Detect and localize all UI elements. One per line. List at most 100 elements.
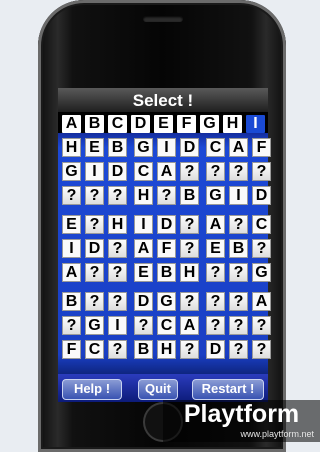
letter-option-b[interactable]: B	[85, 115, 104, 133]
grid-cell[interactable]: ?	[229, 340, 248, 359]
grid-cell[interactable]: H	[134, 186, 153, 205]
grid-cell[interactable]: D	[206, 340, 225, 359]
grid-cell[interactable]: H	[108, 215, 127, 234]
grid-cell[interactable]: ?	[229, 162, 248, 181]
grid-cell[interactable]: ?	[180, 239, 199, 258]
grid-cell[interactable]: ?	[252, 340, 271, 359]
grid-cell[interactable]: B	[62, 292, 81, 311]
grid-cell[interactable]: B	[229, 239, 248, 258]
screen-title: Select !	[132, 91, 194, 110]
grid-cell[interactable]: ?	[108, 340, 127, 359]
grid-cell[interactable]: D	[134, 292, 153, 311]
grid-cell[interactable]: F	[62, 340, 81, 359]
grid-cell[interactable]: C	[85, 340, 104, 359]
grid-cell[interactable]: ?	[108, 239, 127, 258]
grid-cell[interactable]: H	[62, 138, 81, 157]
grid-cell[interactable]: I	[157, 138, 176, 157]
grid-cell[interactable]: ?	[180, 215, 199, 234]
grid-cell[interactable]: ?	[180, 162, 199, 181]
quit-button[interactable]: Quit	[138, 379, 178, 400]
grid-cell[interactable]: D	[252, 186, 271, 205]
grid-cell[interactable]: ?	[252, 162, 271, 181]
grid-cell[interactable]: ?	[206, 162, 225, 181]
help-button[interactable]: Help !	[62, 379, 122, 400]
grid-cell[interactable]: ?	[229, 316, 248, 335]
grid-cell[interactable]: E	[206, 239, 225, 258]
grid-cell[interactable]: E	[85, 138, 104, 157]
grid-cell[interactable]: ?	[85, 215, 104, 234]
grid-cell[interactable]: A	[180, 316, 199, 335]
grid-cell[interactable]: H	[180, 263, 199, 282]
grid-cell[interactable]: C	[252, 215, 271, 234]
grid-cell[interactable]: ?	[85, 292, 104, 311]
grid-cell[interactable]: D	[157, 215, 176, 234]
grid-cell[interactable]: ?	[252, 316, 271, 335]
grid-cell[interactable]: B	[134, 340, 153, 359]
grid-cell[interactable]: I	[85, 162, 104, 181]
grid-cell[interactable]: A	[206, 215, 225, 234]
letter-option-f[interactable]: F	[177, 115, 196, 133]
grid-cell[interactable]: ?	[180, 292, 199, 311]
grid-cell[interactable]: ?	[206, 316, 225, 335]
grid-cell[interactable]: C	[206, 138, 225, 157]
grid-cell[interactable]: A	[252, 292, 271, 311]
grid-cell[interactable]: G	[206, 186, 225, 205]
grid-cell[interactable]: G	[62, 162, 81, 181]
grid-cell[interactable]: H	[157, 340, 176, 359]
grid-cell[interactable]: ?	[85, 186, 104, 205]
grid-cell[interactable]: I	[229, 186, 248, 205]
grid-cell[interactable]: F	[252, 138, 271, 157]
grid-cell[interactable]: A	[134, 239, 153, 258]
watermark-logo: Playtform	[183, 400, 300, 428]
bottom-toolbar: Help ! Quit Restart !	[58, 374, 268, 402]
letter-selector: ABCDEFGHI	[58, 112, 268, 133]
letter-option-h[interactable]: H	[223, 115, 242, 133]
grid-cell[interactable]: D	[85, 239, 104, 258]
grid-cell[interactable]: ?	[108, 186, 127, 205]
grid-cell[interactable]: I	[108, 316, 127, 335]
letter-option-c[interactable]: C	[108, 115, 127, 133]
grid-cell[interactable]: A	[229, 138, 248, 157]
phone-speaker	[143, 16, 183, 22]
game-screen: Select ! ABCDEFGHI H E B G I D C A F G I D C A???????…	[58, 88, 271, 402]
grid-cell[interactable]: D	[180, 138, 199, 157]
grid-cell[interactable]: G	[134, 138, 153, 157]
grid-cell[interactable]: C	[157, 316, 176, 335]
grid-cell[interactable]: A	[62, 263, 81, 282]
grid-cell[interactable]: ?	[157, 186, 176, 205]
letter-option-g[interactable]: G	[200, 115, 219, 133]
grid-cell[interactable]: B	[108, 138, 127, 157]
grid-cell[interactable]: I	[134, 215, 153, 234]
grid-cell[interactable]: E	[62, 215, 81, 234]
grid-cell[interactable]: D	[108, 162, 127, 181]
watermark: Playtform www.playtform.net	[163, 400, 320, 442]
grid-cell[interactable]: F	[157, 239, 176, 258]
grid-cell[interactable]: ?	[229, 215, 248, 234]
grid-cell[interactable]: C	[134, 162, 153, 181]
grid-cell[interactable]: B	[157, 263, 176, 282]
grid-cell[interactable]: G	[252, 263, 271, 282]
grid-cell[interactable]: G	[157, 292, 176, 311]
grid-cell[interactable]: G	[85, 316, 104, 335]
letter-option-i[interactable]: I	[246, 115, 265, 133]
grid-cell[interactable]: ?	[229, 263, 248, 282]
restart-button[interactable]: Restart !	[192, 379, 264, 400]
grid-cell[interactable]: I	[62, 239, 81, 258]
grid-cell[interactable]: ?	[62, 316, 81, 335]
letter-option-e[interactable]: E	[154, 115, 173, 133]
grid-cell[interactable]: ?	[85, 263, 104, 282]
grid-cell[interactable]: ?	[229, 292, 248, 311]
letter-option-d[interactable]: D	[131, 115, 150, 133]
grid-cell[interactable]: ?	[62, 186, 81, 205]
grid-cell[interactable]: ?	[108, 263, 127, 282]
grid-cell[interactable]: ?	[206, 292, 225, 311]
grid-cell[interactable]: ?	[206, 263, 225, 282]
grid-cell[interactable]: ?	[108, 292, 127, 311]
letter-option-a[interactable]: A	[62, 115, 81, 133]
grid-cell[interactable]: ?	[180, 340, 199, 359]
grid-cell[interactable]: ?	[252, 239, 271, 258]
grid-cell[interactable]: B	[180, 186, 199, 205]
grid-cell[interactable]: A	[157, 162, 176, 181]
grid-cell[interactable]: E	[134, 263, 153, 282]
grid-cell[interactable]: ?	[134, 316, 153, 335]
